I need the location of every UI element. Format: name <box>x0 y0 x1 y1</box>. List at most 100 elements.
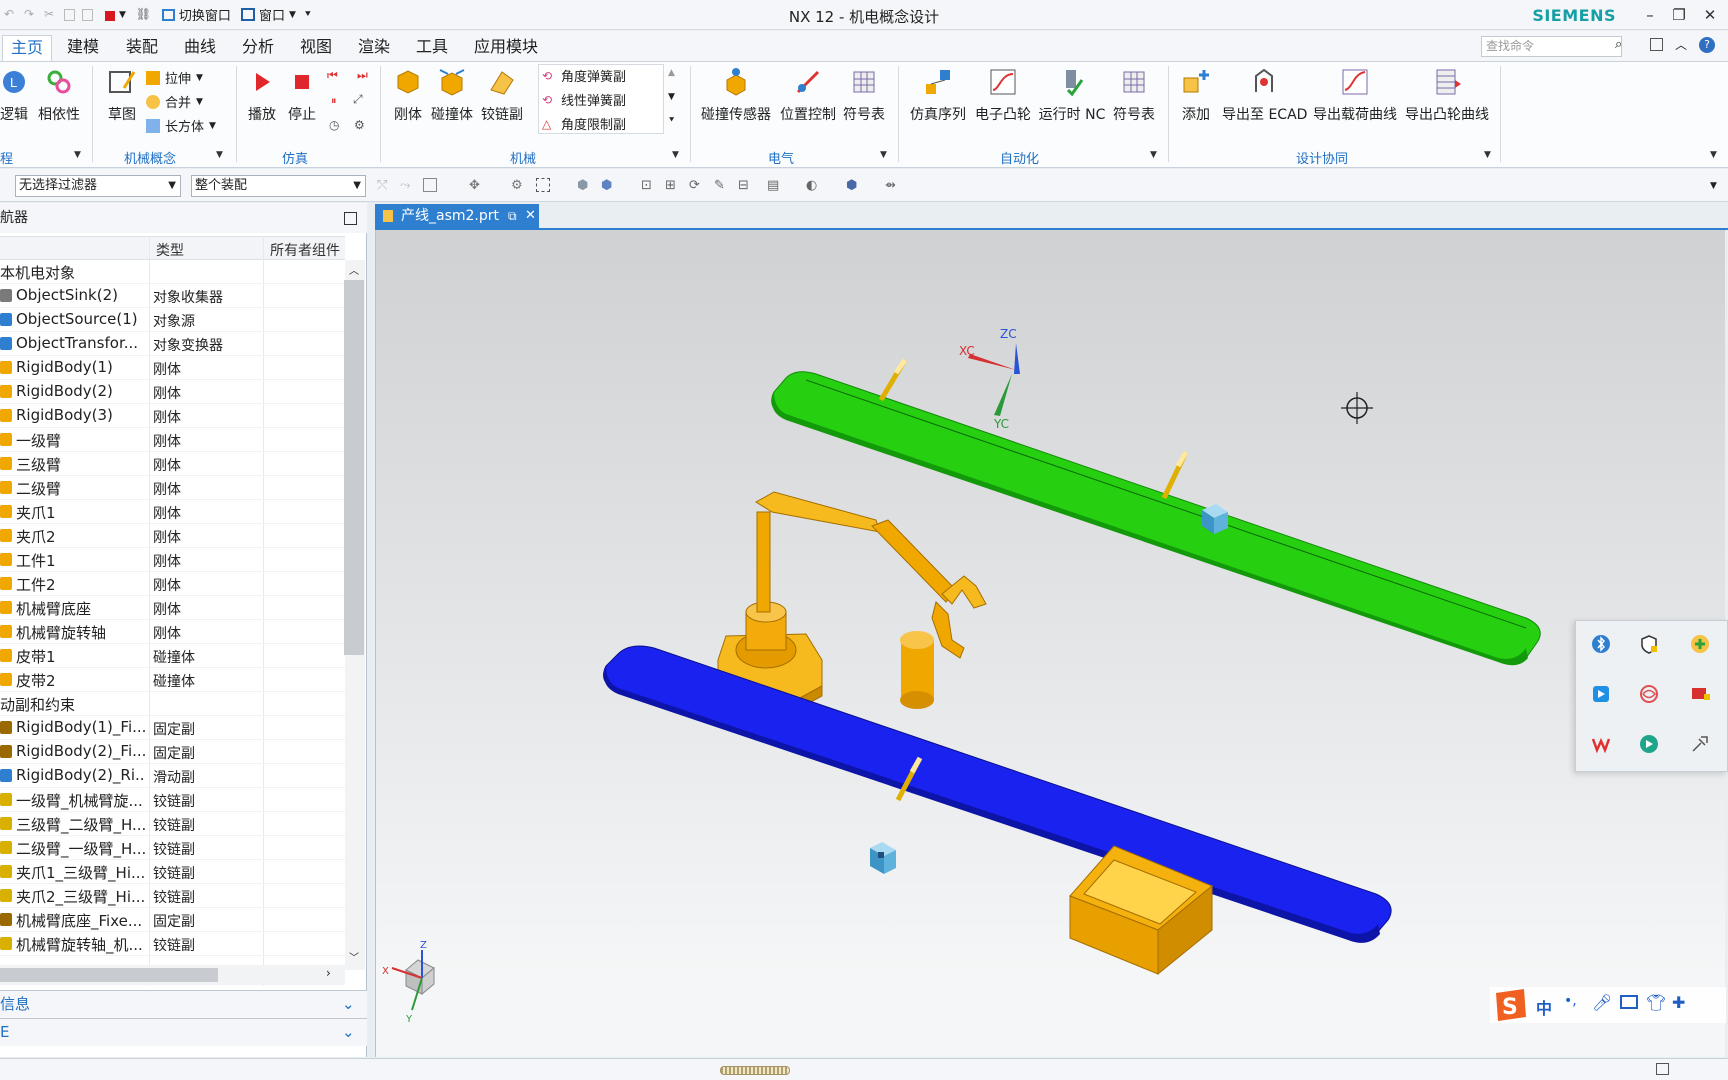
tree-row[interactable]: 皮带2 碰撞体 <box>0 668 345 692</box>
skin-icon[interactable]: 👕︎ <box>1646 993 1666 1012</box>
tree-row[interactable]: 三级臂 刚体 <box>0 452 345 476</box>
pan-icon[interactable]: ✎ <box>714 178 730 194</box>
chevron-down-icon[interactable]: ▼ <box>216 150 223 160</box>
clip-icon[interactable]: ⊟ <box>738 178 754 194</box>
customize-icon[interactable]: ⯆ <box>304 9 312 20</box>
vertical-scrollbar-thumb[interactable] <box>344 280 364 655</box>
sync-app-icon[interactable] <box>1689 633 1711 655</box>
column-type[interactable]: 类型 <box>156 240 184 260</box>
pusher-cylinder[interactable] <box>900 631 934 709</box>
collapse-ribbon-icon[interactable]: ︿ <box>1675 36 1687 53</box>
position-control-button[interactable]: 位置控制 <box>778 66 838 124</box>
tree-row[interactable]: 夹爪2 刚体 <box>0 524 345 548</box>
export-cam-curve-button[interactable]: 导出凸轮曲线 <box>1404 66 1490 124</box>
linear-spring-joint-item[interactable]: ⟲ 线性弹簧副 <box>542 90 626 110</box>
help-icon[interactable]: ? <box>1699 37 1715 53</box>
tree-row[interactable]: 皮带1 碰撞体 <box>0 644 345 668</box>
tree-row[interactable]: 夹爪2_三级臂_Hi... 铰链副 <box>0 884 345 908</box>
scope-select[interactable]: 整个装配 ▼ <box>191 175 366 197</box>
tree-row[interactable]: RigidBody(2) 刚体 <box>0 380 345 404</box>
selection-scope-icon[interactable] <box>423 178 437 192</box>
shaded-icon[interactable]: ⬢ <box>846 178 862 194</box>
conveyor-belt-1[interactable] <box>771 371 1541 666</box>
collision-sensor-button[interactable]: 碰撞传感器 <box>701 66 771 124</box>
tree-row[interactable]: 一级臂 刚体 <box>0 428 345 452</box>
fullscreen-icon[interactable] <box>1656 1063 1669 1075</box>
rotate-icon[interactable]: ⟳ <box>689 178 705 194</box>
tree-group-header[interactable]: 动副和约束 <box>0 692 345 716</box>
scroll-right-icon[interactable]: › <box>326 966 331 980</box>
pause-icon[interactable]: ⏸ <box>331 94 337 108</box>
toolbar-more-icon[interactable]: ▼ <box>1710 181 1726 197</box>
remote-desktop-icon[interactable] <box>1689 683 1711 705</box>
view-icon[interactable]: ⬢ <box>577 178 593 194</box>
tree-row[interactable]: ObjectSink(2) 对象收集器 <box>0 284 345 308</box>
scroll-up-icon[interactable]: ︿ <box>349 262 359 277</box>
tree-row[interactable]: RigidBody(2)_Fi... 固定副 <box>0 740 345 764</box>
second-panel-header[interactable]: E ⌄ <box>0 1018 367 1046</box>
type-filter-select[interactable]: 无选择过滤器 ▼ <box>15 175 181 197</box>
tree-row[interactable]: 机械臂旋转轴_机... 铰链副 <box>0 932 345 956</box>
tree-row[interactable]: ObjectTransfor... 对象变换器 <box>0 332 345 356</box>
snapshot-icon[interactable]: ⤢ <box>353 92 363 107</box>
undo-icon[interactable]: ↶ <box>4 7 20 23</box>
runtime-nc-button[interactable]: 运行时 NC <box>1038 66 1106 124</box>
ribbon-options-icon[interactable] <box>1650 38 1663 51</box>
simulation-sequence-button[interactable]: 仿真序列 <box>906 66 970 124</box>
orient-view-icon[interactable]: ⇴ <box>885 178 901 194</box>
dependency-button[interactable]: 相依性 <box>33 66 85 124</box>
horizontal-scrollbar-thumb[interactable] <box>0 968 218 982</box>
redo-icon[interactable]: ↷ <box>24 7 40 23</box>
scroll-down-icon[interactable]: ﹀ <box>349 949 359 964</box>
security-shield-icon[interactable] <box>1638 633 1660 655</box>
gear-icon[interactable]: ⚙ <box>511 178 527 194</box>
tree-row[interactable]: ObjectSource(1) 对象源 <box>0 308 345 332</box>
ribbon-more-icon[interactable]: ▼ <box>1710 150 1717 160</box>
switch-window-button[interactable]: 切换窗口 <box>179 5 231 24</box>
link-icon[interactable]: ⛓ <box>136 7 152 23</box>
wps-icon[interactable] <box>1590 733 1612 755</box>
toolbox-icon[interactable]: ✚ <box>1672 993 1685 1012</box>
cut-icon[interactable]: ✂ <box>44 7 60 23</box>
media-player-icon[interactable] <box>1638 733 1660 755</box>
chevron-down-icon[interactable]: ▼ <box>1150 150 1157 160</box>
extrude-button[interactable]: 拉伸 ▼ <box>146 68 203 87</box>
chevron-down-icon[interactable]: ▼ <box>289 10 296 20</box>
stop-button[interactable]: 停止 <box>276 66 328 124</box>
tab-assembly[interactable]: 装配 <box>118 35 166 61</box>
tree-row[interactable]: 机械臂旋转轴 刚体 <box>0 620 345 644</box>
switch-window-icon[interactable] <box>161 8 175 21</box>
chevron-down-icon[interactable]: ▼ <box>74 150 81 160</box>
fit-icon[interactable]: ⊡ <box>641 178 657 194</box>
3d-scene[interactable]: ZC XC YC Z X Y <box>376 230 1726 1057</box>
collision-body-button[interactable]: 碰撞体 <box>426 66 478 124</box>
export-ecad-button[interactable]: 导出至 ECAD <box>1222 66 1307 124</box>
network-icon[interactable] <box>1638 683 1660 705</box>
tree-row[interactable]: 夹爪1 刚体 <box>0 500 345 524</box>
sketch-button[interactable]: 草图 <box>96 66 148 124</box>
ime-mode[interactable]: 中 <box>1536 995 1552 1019</box>
tab-applications[interactable]: 应用模块 <box>466 35 546 61</box>
workpiece-2[interactable] <box>870 842 896 874</box>
document-tab[interactable]: 产线_asm2.prt ⧉ ✕ <box>375 204 539 228</box>
tree-row[interactable]: 工件1 刚体 <box>0 548 345 572</box>
info-panel-header[interactable]: 信息 ⌄ <box>0 990 367 1018</box>
tab-tools[interactable]: 工具 <box>408 35 456 61</box>
gallery-expand-icon[interactable]: ⯆ <box>668 116 675 126</box>
tree-row[interactable]: 三级臂_二级臂_H... 铰链副 <box>0 812 345 836</box>
stop-record-icon[interactable] <box>105 11 115 21</box>
tab-home[interactable]: 主页 <box>2 35 53 61</box>
symbol-table-button-2[interactable]: 符号表 <box>1108 66 1160 124</box>
render-style-icon[interactable]: ◐ <box>806 178 822 194</box>
tab-render[interactable]: 渲染 <box>350 35 398 61</box>
app-blue-icon[interactable] <box>1590 683 1612 705</box>
bluetooth-icon[interactable] <box>1590 633 1612 655</box>
layer-icon[interactable]: ▤ <box>767 178 783 194</box>
chevron-down-icon[interactable]: ▼ <box>1484 150 1491 160</box>
close-tab-icon[interactable]: ✕ <box>525 204 536 228</box>
tree-row[interactable]: RigidBody(2)_Ri... 滑动副 <box>0 764 345 788</box>
tab-analysis[interactable]: 分析 <box>234 35 282 61</box>
tree-row[interactable]: RigidBody(1)_Fi... 固定副 <box>0 716 345 740</box>
graphics-viewport[interactable]: ZC XC YC Z X Y <box>375 230 1725 1057</box>
step-forward-icon[interactable]: ⏭ <box>357 68 368 83</box>
